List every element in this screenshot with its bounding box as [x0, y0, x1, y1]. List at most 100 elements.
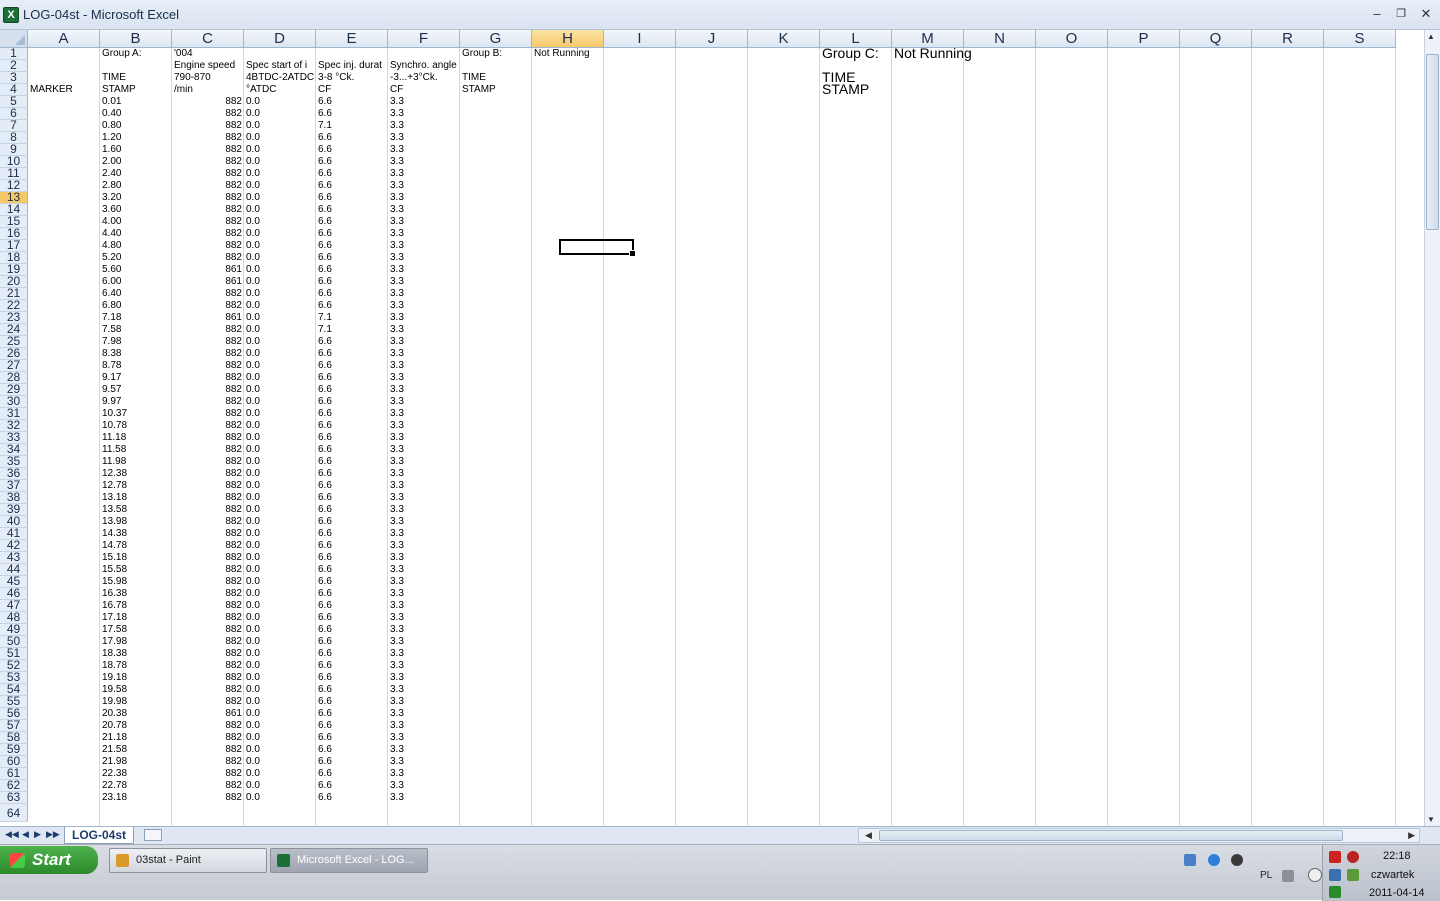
column-header-q[interactable]: Q [1180, 30, 1252, 48]
cell-b18[interactable]: 5.20 [100, 252, 172, 264]
cell-f26[interactable]: 3.3 [388, 348, 460, 360]
cell-e8[interactable]: 6.6 [316, 132, 388, 144]
cell-d47[interactable]: 0.0 [244, 600, 316, 612]
row-header-25[interactable]: 25 [0, 336, 28, 348]
row-header-32[interactable]: 32 [0, 420, 28, 432]
cell-f59[interactable]: 3.3 [388, 744, 460, 756]
cell-b40[interactable]: 13.98 [100, 516, 172, 528]
cell-c30[interactable]: 882 [172, 396, 244, 408]
cell-e48[interactable]: 6.6 [316, 612, 388, 624]
network-icon[interactable] [1329, 869, 1341, 881]
cell-f8[interactable]: 3.3 [388, 132, 460, 144]
vertical-scroll-thumb[interactable] [1426, 54, 1439, 230]
cell-b24[interactable]: 7.58 [100, 324, 172, 336]
cell-d10[interactable]: 0.0 [244, 156, 316, 168]
cell-c7[interactable]: 882 [172, 120, 244, 132]
cell-f56[interactable]: 3.3 [388, 708, 460, 720]
cell-b33[interactable]: 11.18 [100, 432, 172, 444]
cell-c53[interactable]: 882 [172, 672, 244, 684]
cell-f51[interactable]: 3.3 [388, 648, 460, 660]
cell-c35[interactable]: 882 [172, 456, 244, 468]
cell-c26[interactable]: 882 [172, 348, 244, 360]
cell-f47[interactable]: 3.3 [388, 600, 460, 612]
cell-e45[interactable]: 6.6 [316, 576, 388, 588]
taskbar-item-paint[interactable]: 03stat - Paint [109, 848, 267, 873]
cell-c9[interactable]: 882 [172, 144, 244, 156]
cell-e20[interactable]: 6.6 [316, 276, 388, 288]
cell-e7[interactable]: 7.1 [316, 120, 388, 132]
cell-e50[interactable]: 6.6 [316, 636, 388, 648]
cell-c51[interactable]: 882 [172, 648, 244, 660]
cell-e32[interactable]: 6.6 [316, 420, 388, 432]
last-sheet-icon[interactable]: ▶▶ [46, 829, 60, 840]
cell-e49[interactable]: 6.6 [316, 624, 388, 636]
cell-g1[interactable]: Group B: [460, 48, 532, 60]
cell-c59[interactable]: 882 [172, 744, 244, 756]
cell-d49[interactable]: 0.0 [244, 624, 316, 636]
cell-b27[interactable]: 8.78 [100, 360, 172, 372]
cell-e41[interactable]: 6.6 [316, 528, 388, 540]
cell-b52[interactable]: 18.78 [100, 660, 172, 672]
cell-e57[interactable]: 6.6 [316, 720, 388, 732]
cell-d2[interactable]: Spec start of i [244, 60, 316, 72]
cell-e4[interactable]: CF [316, 84, 388, 96]
cell-e28[interactable]: 6.6 [316, 372, 388, 384]
update-icon[interactable] [1347, 869, 1359, 881]
cell-f45[interactable]: 3.3 [388, 576, 460, 588]
cell-c12[interactable]: 882 [172, 180, 244, 192]
cell-c20[interactable]: 861 [172, 276, 244, 288]
cell-f33[interactable]: 3.3 [388, 432, 460, 444]
cell-f35[interactable]: 3.3 [388, 456, 460, 468]
row-header-28[interactable]: 28 [0, 372, 28, 384]
cell-f31[interactable]: 3.3 [388, 408, 460, 420]
cell-b55[interactable]: 19.98 [100, 696, 172, 708]
cell-b26[interactable]: 8.38 [100, 348, 172, 360]
cell-f20[interactable]: 3.3 [388, 276, 460, 288]
cell-e33[interactable]: 6.6 [316, 432, 388, 444]
cell-c16[interactable]: 882 [172, 228, 244, 240]
cell-e36[interactable]: 6.6 [316, 468, 388, 480]
prev-sheet-icon[interactable]: ◀ [22, 829, 29, 840]
row-header-39[interactable]: 39 [0, 504, 28, 516]
row-header-6[interactable]: 6 [0, 108, 28, 120]
spreadsheet-grid[interactable]: ABCDEFGHIJKLMNOPQRS 1 2 3 4 5 6 7 8 9 10 11 12 13 14 1… [0, 30, 1424, 826]
cell-d36[interactable]: 0.0 [244, 468, 316, 480]
cell-f4[interactable]: CF [388, 84, 460, 96]
cell-b43[interactable]: 15.18 [100, 552, 172, 564]
cell-d50[interactable]: 0.0 [244, 636, 316, 648]
cell-f15[interactable]: 3.3 [388, 216, 460, 228]
cell-b62[interactable]: 22.78 [100, 780, 172, 792]
row-header-35[interactable]: 35 [0, 456, 28, 468]
excel-icon[interactable]: X [3, 7, 19, 23]
row-header-17[interactable]: 17 [0, 240, 28, 252]
row-header-4[interactable]: 4 [0, 84, 28, 96]
cell-c37[interactable]: 882 [172, 480, 244, 492]
cell-e3[interactable]: 3-8 °Ck. [316, 72, 388, 84]
row-header-55[interactable]: 55 [0, 696, 28, 708]
row-header-37[interactable]: 37 [0, 480, 28, 492]
quicklaunch-icon[interactable] [1184, 854, 1196, 866]
cell-c28[interactable]: 882 [172, 372, 244, 384]
cell-b51[interactable]: 18.38 [100, 648, 172, 660]
cell-d37[interactable]: 0.0 [244, 480, 316, 492]
cell-d26[interactable]: 0.0 [244, 348, 316, 360]
cell-c15[interactable]: 882 [172, 216, 244, 228]
cell-e56[interactable]: 6.6 [316, 708, 388, 720]
row-header-2[interactable]: 2 [0, 60, 28, 72]
cell-f37[interactable]: 3.3 [388, 480, 460, 492]
cell-d39[interactable]: 0.0 [244, 504, 316, 516]
row-header-46[interactable]: 46 [0, 588, 28, 600]
keyboard-icon[interactable] [1282, 870, 1294, 882]
cell-c24[interactable]: 882 [172, 324, 244, 336]
cell-e23[interactable]: 7.1 [316, 312, 388, 324]
horizontal-scrollbar[interactable]: ◀ ▶ [858, 828, 1420, 843]
row-header-19[interactable]: 19 [0, 264, 28, 276]
cell-c23[interactable]: 861 [172, 312, 244, 324]
cell-f44[interactable]: 3.3 [388, 564, 460, 576]
cell-e39[interactable]: 6.6 [316, 504, 388, 516]
row-header-53[interactable]: 53 [0, 672, 28, 684]
cell-d24[interactable]: 0.0 [244, 324, 316, 336]
row-header-15[interactable]: 15 [0, 216, 28, 228]
cell-c52[interactable]: 882 [172, 660, 244, 672]
cell-c5[interactable]: 882 [172, 96, 244, 108]
